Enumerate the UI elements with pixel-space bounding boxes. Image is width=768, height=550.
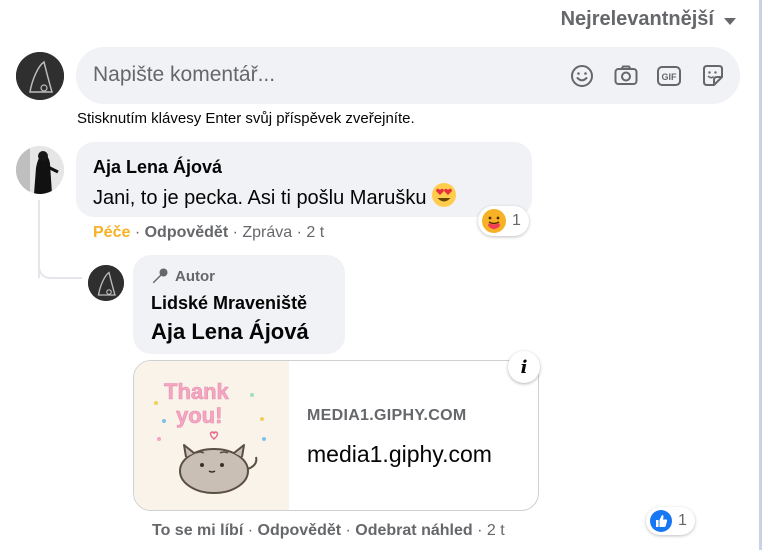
separator: ·	[243, 522, 258, 539]
separator: ·	[228, 224, 243, 241]
preview-thumbnail: Thank you!	[134, 361, 289, 510]
separator: ·	[130, 224, 145, 241]
caret-down-icon	[724, 17, 736, 25]
remove-preview-button[interactable]: Odebrat náhled	[355, 522, 472, 539]
reaction-summary[interactable]: 1	[478, 206, 529, 236]
message-button[interactable]: Zpráva	[242, 224, 292, 241]
thank-you-cat-image: Thank you!	[134, 361, 289, 510]
reply-button[interactable]: Odpovědět	[145, 224, 229, 241]
comment-text: Jani, to je pecka. Asi ti pošlu Marušku	[93, 182, 457, 210]
comment-actions: Péče · Odpovědět · Zpráva · 2 t	[93, 224, 324, 242]
comment-author[interactable]: Aja Lena Ájová	[93, 157, 222, 178]
thread-connector	[38, 265, 82, 279]
link-preview[interactable]: Thank you! MEDIA1.GIPHY.COM media1.giphy…	[133, 360, 539, 511]
care-button[interactable]: Péče	[93, 224, 130, 241]
reply-actions: To se mi líbí · Odpovědět · Odebrat náhl…	[152, 522, 505, 540]
separator: ·	[472, 522, 487, 539]
reaction-count: 1	[678, 512, 687, 529]
microphone-icon	[152, 268, 168, 284]
preview-title: media1.giphy.com	[307, 441, 492, 467]
comment-bubble: Aja Lena Ájová Jani, to je pecka. Asi ti…	[76, 142, 532, 217]
svg-text:Thank: Thank	[164, 379, 230, 404]
avatar[interactable]	[88, 265, 124, 301]
sticker-icon[interactable]	[700, 63, 726, 89]
info-button[interactable]: i	[508, 351, 540, 383]
reaction-count: 1	[512, 212, 521, 229]
avatar-image	[16, 52, 64, 100]
reply-button[interactable]: Odpovědět	[258, 522, 342, 539]
sort-label: Nejrelevantnější	[560, 8, 714, 30]
author-badge: Autor	[151, 267, 215, 285]
timestamp[interactable]: 2 t	[487, 522, 505, 539]
tagged-user[interactable]: Aja Lena Ájová	[151, 319, 309, 345]
emoji-icon[interactable]	[569, 63, 595, 89]
author-badge-label: Autor	[175, 267, 215, 285]
like-button[interactable]: To se mi líbí	[152, 522, 243, 539]
camera-icon[interactable]	[613, 63, 639, 89]
comment-input[interactable]	[93, 63, 533, 87]
reply-author[interactable]: Lidské Mraveniště	[151, 293, 307, 314]
comment-composer[interactable]: GIF	[76, 47, 740, 104]
reaction-summary[interactable]: 1	[646, 507, 695, 535]
preview-domain-caps: MEDIA1.GIPHY.COM	[307, 407, 467, 424]
like-reaction-icon	[650, 510, 672, 532]
timestamp[interactable]: 2 t	[306, 224, 324, 241]
reply-bubble: Autor Lidské Mraveniště Aja Lena Ájová	[133, 255, 345, 354]
svg-text:you!: you!	[176, 403, 222, 428]
care-reaction-icon	[482, 209, 506, 233]
svg-text:GIF: GIF	[662, 72, 678, 82]
comment-text-content: Jani, to je pecka. Asi ti pošlu Marušku	[93, 187, 427, 209]
enter-hint: Stisknutím klávesy Enter svůj příspěvek …	[77, 110, 415, 127]
avatar[interactable]	[16, 52, 64, 100]
separator: ·	[292, 224, 307, 241]
separator: ·	[341, 522, 356, 539]
avatar-image	[88, 265, 124, 301]
avatar[interactable]	[16, 146, 64, 194]
gif-icon[interactable]: GIF	[656, 63, 682, 89]
feed-border	[759, 0, 762, 550]
heart-eyes-emoji	[431, 183, 456, 207]
info-icon: i	[520, 356, 528, 378]
sort-dropdown[interactable]: Nejrelevantnější	[561, 8, 736, 31]
avatar-image	[16, 146, 64, 194]
